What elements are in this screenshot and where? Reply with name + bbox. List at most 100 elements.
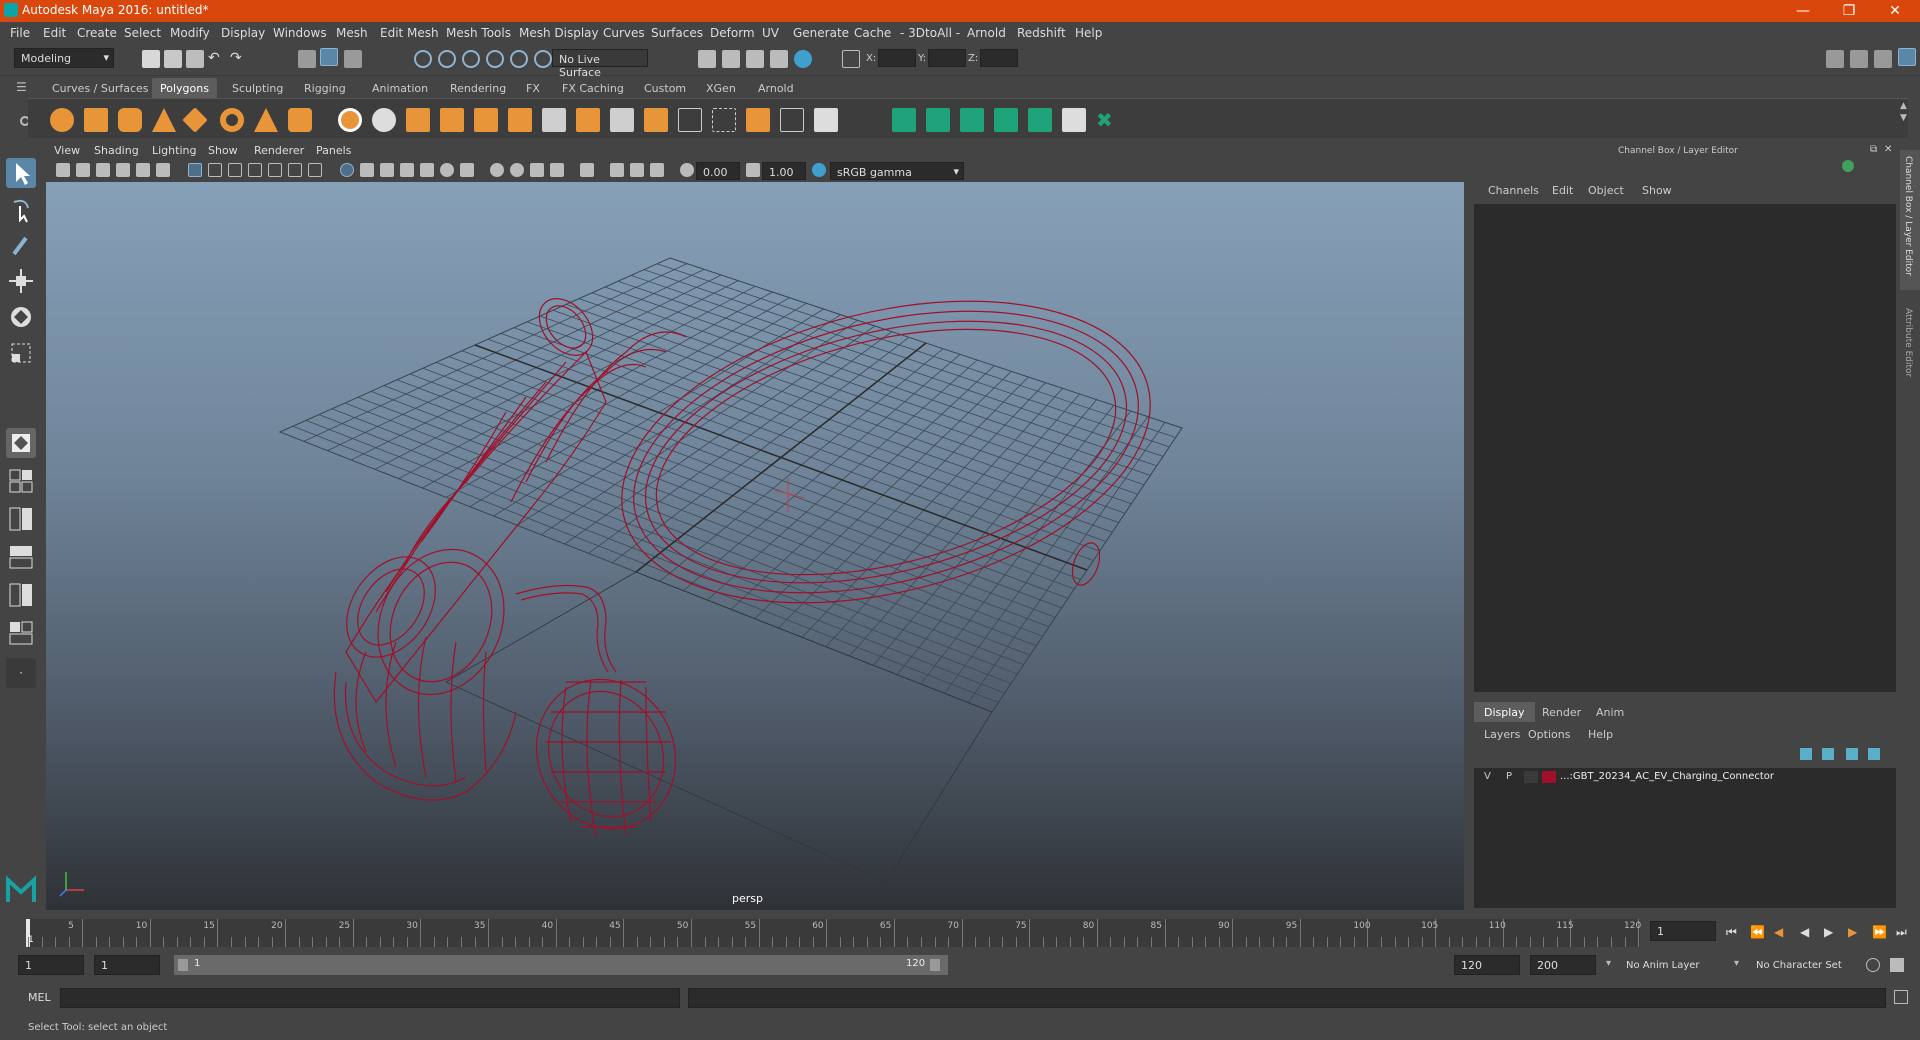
tab-custom[interactable]: Custom [636, 78, 694, 98]
combine-icon[interactable] [338, 108, 362, 132]
camera-attributes-icon[interactable] [76, 163, 90, 177]
target-weld-icon[interactable] [780, 108, 804, 132]
xray-icon[interactable] [610, 163, 624, 177]
poly-cube-icon[interactable] [84, 108, 108, 132]
command-input[interactable] [60, 988, 680, 1008]
four-view-layout-icon[interactable] [6, 466, 36, 496]
step-back-key-icon[interactable]: ⏪ [1750, 925, 1765, 939]
select-camera-icon[interactable] [56, 163, 70, 177]
isolate-select-icon[interactable] [580, 163, 594, 177]
scale-tool-icon[interactable] [6, 338, 36, 368]
layer-playback-toggle[interactable]: P [1506, 771, 1512, 782]
vp-menu-shading[interactable]: Shading [94, 144, 139, 157]
grid-toggle-icon[interactable] [188, 163, 202, 177]
side-by-side-layout-icon[interactable] [6, 504, 36, 534]
checker-map-icon[interactable] [1062, 108, 1086, 132]
poly-cylinder-icon[interactable] [118, 108, 142, 132]
menu-select[interactable]: Select [124, 26, 161, 40]
move-layer-down-icon[interactable] [1822, 748, 1834, 760]
menu-modify[interactable]: Modify [170, 26, 210, 40]
snap-grid-icon[interactable] [414, 50, 432, 68]
modeling-toolkit-icon[interactable] [1826, 50, 1844, 68]
tab-rigging[interactable]: Rigging [296, 78, 354, 98]
poly-cone-icon[interactable] [152, 108, 176, 132]
command-language-label[interactable]: MEL [28, 991, 51, 1004]
close-button[interactable]: ✕ [1872, 0, 1918, 22]
motion-blur-icon[interactable] [510, 163, 524, 177]
bevel-icon[interactable] [610, 108, 634, 132]
z-field[interactable] [980, 49, 1018, 67]
playback-start-field[interactable]: 1 [94, 955, 160, 975]
new-scene-icon[interactable] [142, 50, 160, 68]
textured-icon[interactable] [420, 163, 434, 177]
separate-icon[interactable] [372, 108, 396, 132]
poly-plane-icon[interactable] [182, 107, 208, 133]
tool-settings-icon[interactable] [1874, 50, 1892, 68]
tab-rendering[interactable]: Rendering [442, 78, 514, 98]
scene-end-field[interactable]: 200 [1530, 955, 1596, 975]
default-material-icon[interactable] [380, 163, 394, 177]
uv-unfold-icon[interactable]: ✖ [1096, 108, 1120, 132]
merge-icon[interactable] [746, 108, 770, 132]
poly-pipe-icon[interactable] [288, 108, 312, 132]
auto-key-icon[interactable] [1866, 958, 1880, 972]
menu-curves[interactable]: Curves [603, 26, 645, 40]
gate-mask-icon[interactable] [248, 163, 262, 177]
restore-button[interactable]: ❐ [1826, 0, 1872, 22]
minimize-button[interactable]: — [1780, 0, 1826, 22]
tab-animation[interactable]: Animation [364, 78, 436, 98]
tab-arnold[interactable]: Arnold [750, 78, 802, 98]
rotate-tool-icon[interactable] [6, 302, 36, 332]
ipr-render-icon[interactable] [746, 50, 764, 68]
menu-arnold[interactable]: Arnold [967, 26, 1006, 40]
lasso-tool-icon[interactable] [6, 194, 36, 224]
vp-menu-view[interactable]: View [54, 144, 80, 157]
paint-select-tool-icon[interactable] [6, 230, 36, 260]
smooth-shade-icon[interactable] [360, 163, 374, 177]
playback-end-field[interactable]: 120 [1454, 955, 1520, 975]
chevron-down-icon[interactable]: ▾ [1606, 958, 1611, 969]
open-scene-icon[interactable] [164, 50, 182, 68]
tab-channel-box-vertical[interactable]: Channel Box / Layer Editor [1900, 150, 1920, 290]
perspective-viewport[interactable]: persp [46, 182, 1464, 910]
menu-cache[interactable]: Cache [854, 26, 891, 40]
render-sequence-icon[interactable] [722, 50, 740, 68]
collapse-icon[interactable] [814, 108, 838, 132]
menu-create[interactable]: Create [77, 26, 117, 40]
layer-name[interactable]: ...:GBT_20234_AC_EV_Charging_Connector [1560, 771, 1774, 782]
character-set-dropdown[interactable]: No Character Set [1752, 956, 1868, 976]
grease-pencil-icon[interactable] [156, 163, 170, 177]
select-component-icon[interactable] [344, 50, 362, 68]
image-plane-icon[interactable] [116, 163, 130, 177]
new-layer-selected-icon[interactable] [1868, 748, 1880, 760]
scene-start-field[interactable]: 1 [18, 955, 84, 975]
depth-of-field-icon[interactable] [550, 163, 564, 177]
channel-box-icon[interactable] [1898, 48, 1916, 66]
snap-view-icon[interactable] [486, 50, 504, 68]
play-backward-icon[interactable]: ◀ [1800, 925, 1809, 939]
film-gate-icon[interactable] [208, 163, 222, 177]
gamma-field[interactable]: 1.00 [762, 162, 806, 180]
cb-menu-show[interactable]: Show [1642, 184, 1672, 197]
two-d-pan-icon[interactable] [136, 163, 150, 177]
range-end-handle[interactable] [930, 959, 940, 971]
poly-prism-icon[interactable] [254, 108, 278, 132]
colorspace-dropdown[interactable]: sRGB gamma ▾ [830, 162, 964, 180]
attribute-editor-icon[interactable] [1850, 50, 1868, 68]
persp-outliner-layout-icon[interactable] [6, 580, 36, 610]
shadows-icon[interactable] [460, 163, 474, 177]
tab-xgen[interactable]: XGen [698, 78, 744, 98]
float-panel-icon[interactable]: ⧉ [1870, 144, 1877, 155]
layer-menu-options[interactable]: Options [1528, 728, 1570, 741]
multi-cut-icon[interactable] [712, 108, 736, 132]
step-back-frame-icon[interactable]: ◀ [1774, 925, 1783, 939]
field-chart-icon[interactable] [268, 163, 282, 177]
exposure-field[interactable]: 0.00 [696, 162, 740, 180]
hypershade-icon[interactable] [794, 50, 812, 68]
bookmark-icon[interactable] [96, 163, 110, 177]
move-tool-icon[interactable] [6, 266, 36, 296]
tab-fx[interactable]: FX [518, 78, 548, 98]
time-ruler[interactable]: 1 5 10 15 20 25 30 35 40 45 50 55 60 65 70 75 80 85 90 95 1… [26, 919, 1641, 947]
redo-icon[interactable]: ↷ [230, 50, 248, 68]
close-panel-icon[interactable]: ✕ [1884, 144, 1892, 155]
